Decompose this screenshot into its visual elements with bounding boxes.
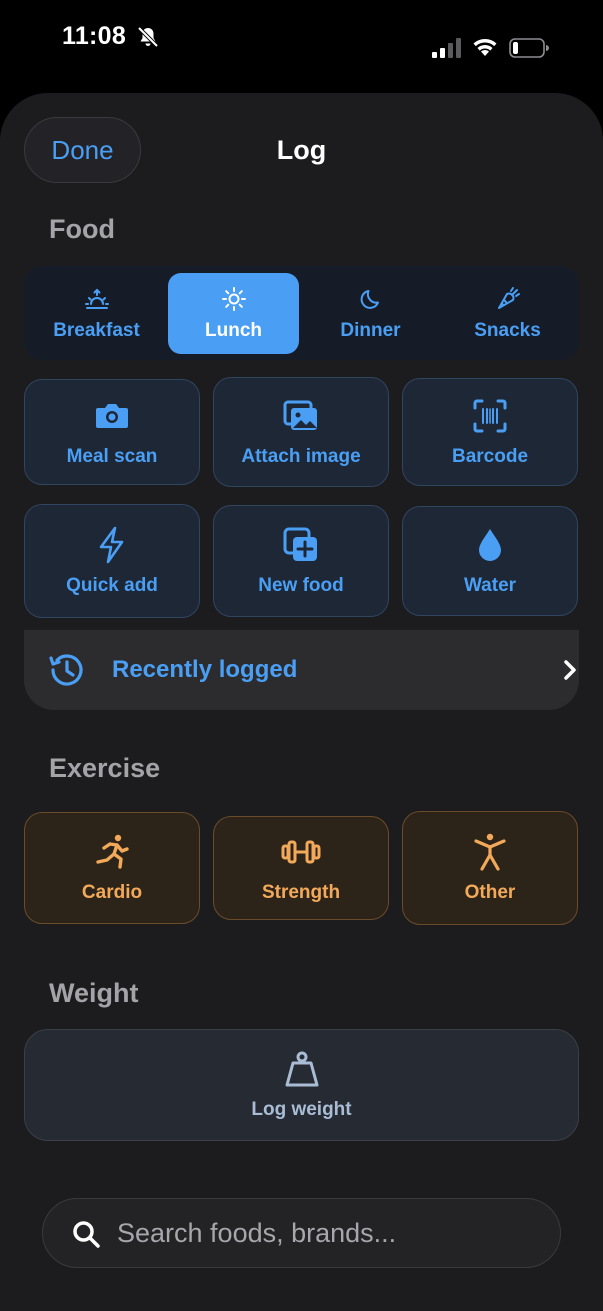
moon-icon bbox=[360, 289, 379, 309]
tile-label: Quick add bbox=[66, 575, 158, 596]
meal-tab-dinner[interactable]: Dinner bbox=[305, 273, 436, 354]
scale-weight-icon bbox=[285, 1051, 318, 1087]
carrot-icon bbox=[497, 286, 520, 309]
meal-tab-snacks[interactable]: Snacks bbox=[442, 273, 573, 354]
tile-label: Attach image bbox=[241, 446, 361, 467]
meal-tab-breakfast[interactable]: Breakfast bbox=[31, 273, 162, 354]
barcode-scan-icon bbox=[473, 399, 507, 433]
new-food-button[interactable]: New food bbox=[213, 505, 389, 617]
tile-label: Other bbox=[464, 882, 516, 903]
dumbbell-icon bbox=[281, 840, 321, 864]
other-exercise-button[interactable]: Other bbox=[402, 811, 578, 925]
recently-logged-label: Recently logged bbox=[112, 656, 298, 683]
water-button[interactable]: Water bbox=[402, 506, 578, 616]
plus-square-icon bbox=[283, 527, 317, 561]
meal-tab-label: Lunch bbox=[205, 319, 262, 341]
water-drop-icon bbox=[479, 529, 501, 561]
cardio-button[interactable]: Cardio bbox=[24, 812, 200, 924]
wifi-icon bbox=[473, 39, 497, 56]
tile-label: New food bbox=[258, 575, 344, 596]
bell-off-icon bbox=[137, 26, 159, 48]
attach-image-button[interactable]: Attach image bbox=[213, 377, 389, 487]
battery-icon bbox=[509, 38, 549, 58]
running-icon bbox=[96, 834, 129, 869]
search-bar[interactable] bbox=[42, 1198, 561, 1268]
chevron-right-icon bbox=[564, 660, 576, 680]
meal-tab-lunch[interactable]: Lunch bbox=[168, 273, 299, 354]
tile-label: Log weight bbox=[251, 1099, 352, 1120]
tile-label: Cardio bbox=[81, 882, 143, 903]
quick-add-button[interactable]: Quick add bbox=[24, 504, 200, 618]
figure-icon bbox=[474, 833, 506, 871]
status-bar: 11:08 bbox=[0, 0, 603, 80]
history-icon bbox=[49, 654, 83, 686]
page-title: Log bbox=[276, 135, 327, 165]
section-title-food: Food bbox=[49, 214, 115, 244]
status-time: 11:08 bbox=[62, 22, 127, 50]
meal-tab-label: Snacks bbox=[474, 319, 541, 341]
camera-icon bbox=[96, 404, 128, 428]
tile-label: Strength bbox=[261, 882, 341, 903]
tile-label: Barcode bbox=[451, 446, 529, 467]
meal-scan-button[interactable]: Meal scan bbox=[24, 379, 200, 485]
log-weight-button[interactable]: Log weight bbox=[24, 1029, 579, 1141]
section-title-exercise: Exercise bbox=[49, 753, 161, 783]
section-title-weight: Weight bbox=[49, 978, 139, 1008]
cellular-signal-icon bbox=[432, 38, 461, 58]
meal-tab-label: Breakfast bbox=[53, 319, 140, 341]
search-input[interactable] bbox=[117, 1209, 537, 1257]
bolt-icon bbox=[99, 526, 124, 564]
search-icon bbox=[73, 1221, 100, 1248]
sunrise-icon bbox=[84, 288, 109, 309]
strength-button[interactable]: Strength bbox=[213, 816, 389, 920]
meal-tab-label: Dinner bbox=[340, 319, 401, 341]
recently-logged-row[interactable]: Recently logged bbox=[24, 630, 579, 710]
images-icon bbox=[283, 400, 317, 430]
tile-label: Water bbox=[463, 575, 517, 596]
tile-label: Meal scan bbox=[66, 446, 158, 467]
sun-icon bbox=[221, 286, 246, 311]
meal-segmented-control: Breakfast Lunch Dinner Snacks bbox=[24, 266, 579, 360]
barcode-button[interactable]: Barcode bbox=[402, 378, 578, 486]
